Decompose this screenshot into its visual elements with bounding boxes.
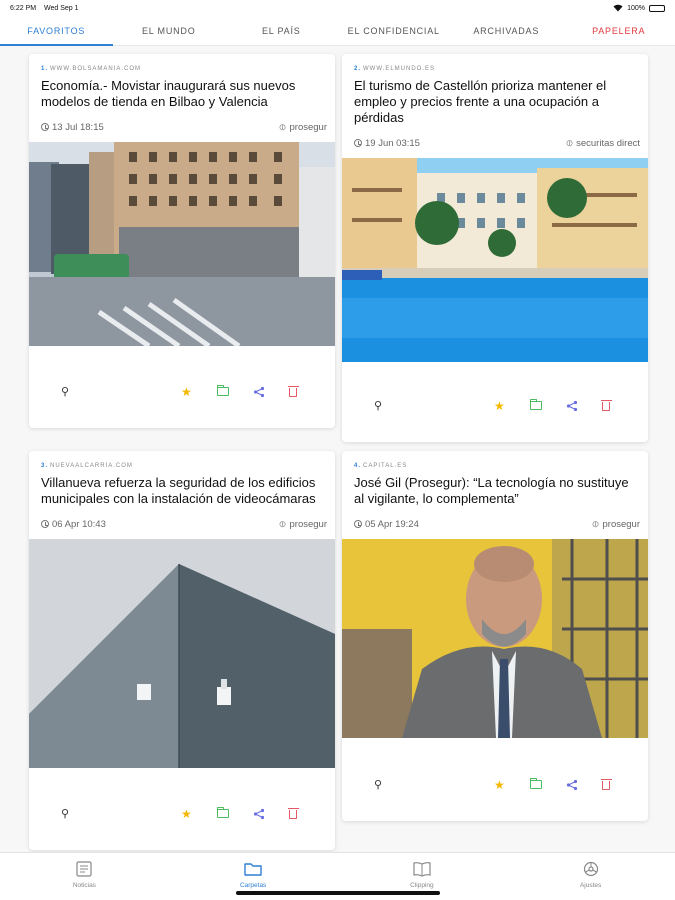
article-actions: ⚲ ★ [342,370,648,442]
folder-icon[interactable] [216,807,229,820]
trash-icon[interactable] [600,400,612,413]
newspaper-icon [75,859,93,879]
article-meta: 05 Apr 19:24 ⊘ prosegur [354,517,640,531]
article-image[interactable] [29,142,335,346]
home-indicator[interactable] [236,891,440,895]
tab-favoritos[interactable]: FAVORITOS [0,16,113,46]
tab-el-confidencial[interactable]: EL CONFIDENCIAL [338,16,451,45]
clock-icon [354,139,362,147]
tabbar-item-ajustes[interactable]: Ajustes [506,853,675,900]
status-left: 6:22 PM Wed Sep 1 [10,5,85,12]
status-date: Wed Sep 1 [44,4,79,12]
tag-icon: ⊘ [276,517,289,530]
article-title[interactable]: Economía.- Movistar inaugurará sus nuevo… [41,78,327,110]
tag-icon: ⊘ [562,136,576,149]
article-tag: prosegur [602,518,641,530]
article-date: 19 Jun 03:15 [365,137,420,149]
article-actions: ⚲ ★ [342,749,648,821]
trash-icon[interactable] [600,779,612,792]
articles-grid: 1. WWW.BOLSAMANIA.COM Economía.- Movistar… [0,46,675,852]
share-icon[interactable] [253,808,265,822]
tab-el-pais[interactable]: EL PAÍS [225,16,338,45]
article-tag: prosegur [289,518,328,530]
article-actions: ⚲ ★ [29,356,335,428]
folder-icon[interactable] [529,778,542,791]
clock-icon [41,520,49,528]
share-icon[interactable] [566,400,578,414]
article-tag: prosegur [289,121,328,133]
trash-icon[interactable] [287,808,299,821]
star-icon[interactable]: ★ [181,808,192,820]
article-date: 13 Jul 18:15 [52,121,104,133]
article-image[interactable] [29,539,335,768]
article-source: 2. WWW.ELMUNDO.ES [354,66,436,72]
star-icon[interactable]: ★ [181,386,192,398]
tabbar-label: Carpetas [239,882,267,889]
star-icon[interactable]: ★ [494,779,505,791]
share-icon[interactable] [566,779,578,793]
status-right: 100% [613,4,665,12]
battery-percent: 100% [627,4,645,12]
magic-wand-icon[interactable]: ⚲ [374,400,382,412]
tab-archivadas[interactable]: ARCHIVADAS [450,16,563,45]
article-meta: 13 Jul 18:15 ⊘ prosegur [41,120,327,134]
article-card[interactable]: 3. NUEVAALCARRIA.COM Villanueva refuerza … [29,451,335,850]
tabbar-item-noticias[interactable]: Noticias [0,853,169,900]
article-title[interactable]: El turismo de Castellón prioriza mantene… [354,78,640,126]
article-tag: securitas direct [576,137,640,149]
article-actions: ⚲ ★ [29,778,335,850]
article-date: 06 Apr 10:43 [52,518,106,530]
article-source: 3. NUEVAALCARRIA.COM [41,463,133,469]
share-icon[interactable] [253,386,265,400]
clock-icon [354,520,362,528]
tabbar-label: Ajustes [579,882,602,889]
article-title[interactable]: José Gil (Prosegur): “La tecnología no s… [354,475,640,507]
magic-wand-icon[interactable]: ⚲ [374,779,382,791]
gear-icon [582,859,600,879]
tag-icon: ⊘ [276,120,289,133]
status-time: 6:22 PM [10,4,37,12]
article-meta: 19 Jun 03:15 ⊘ securitas direct [354,136,640,150]
tabbar-label: Clipping [410,882,434,889]
article-source: 1. WWW.BOLSAMANIA.COM [41,66,142,72]
clock-icon [41,123,49,131]
book-icon [412,859,432,879]
tag-icon: ⊘ [589,517,602,530]
article-image[interactable] [342,158,648,362]
tabbar-label: Noticias [72,882,96,889]
article-title[interactable]: Villanueva refuerza la seguridad de los … [41,475,327,507]
article-card[interactable]: 1. WWW.BOLSAMANIA.COM Economía.- Movistar… [29,54,335,428]
wifi-icon [613,4,623,12]
battery-icon [649,4,665,12]
status-bar: 6:22 PM Wed Sep 1 100% [0,0,675,16]
tab-el-mundo[interactable]: EL MUNDO [113,16,226,45]
folder-icon[interactable] [216,385,229,398]
folder-icon[interactable] [529,399,542,412]
star-icon[interactable]: ★ [494,400,505,412]
magic-wand-icon[interactable]: ⚲ [61,386,69,398]
article-date: 05 Apr 19:24 [365,518,419,530]
article-card[interactable]: 4. CAPITAL.ES José Gil (Prosegur): “La te… [342,451,648,821]
article-card[interactable]: 2. WWW.ELMUNDO.ES El turismo de Castellón… [342,54,648,442]
article-image[interactable] [342,539,648,738]
trash-icon[interactable] [287,386,299,399]
magic-wand-icon[interactable]: ⚲ [61,808,69,820]
article-meta: 06 Apr 10:43 ⊘ prosegur [41,517,327,531]
article-source: 4. CAPITAL.ES [354,463,408,469]
folder-icon [243,859,263,879]
source-tabs: FAVORITOS EL MUNDO EL PAÍS EL CONFIDENCI… [0,16,675,46]
tab-papelera[interactable]: PAPELERA [563,16,675,45]
